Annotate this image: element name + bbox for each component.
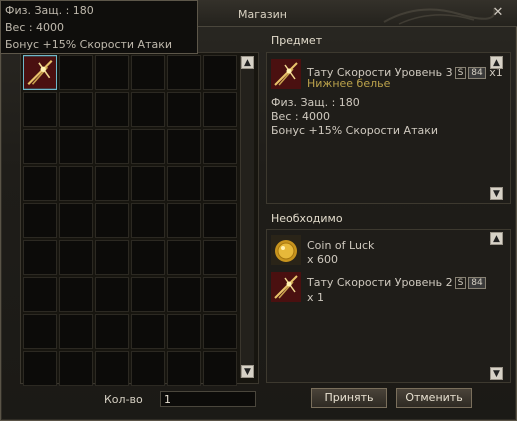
grid-cell[interactable] [203,203,237,238]
window-title: Магазин [238,8,287,21]
close-icon[interactable]: ✕ [491,6,505,20]
grid-cell[interactable] [203,166,237,201]
item-stat-weight: Вес : 4000 [271,110,331,123]
grid-cell[interactable] [203,277,237,312]
required-scrollbar[interactable]: ▲ ▼ [490,232,503,380]
coin-icon[interactable] [271,235,301,265]
grid-cell[interactable] [203,92,237,127]
grid-cell[interactable] [95,203,129,238]
product-grid-panel [20,52,259,386]
tooltip-pdef: Физ. Защ. : 180 [5,4,94,17]
grid-cell[interactable] [167,240,201,275]
grid-cell[interactable] [95,129,129,164]
grid-cell[interactable] [203,129,237,164]
item-scroll-down-icon[interactable]: ▼ [490,187,503,200]
grid-cell[interactable] [131,166,165,201]
required-scroll-down-icon[interactable]: ▼ [490,367,503,380]
item-type: Нижнее белье [307,77,391,90]
grid-cell[interactable] [23,166,57,201]
accept-button[interactable]: Принять [311,388,387,408]
grid-cell[interactable] [167,129,201,164]
grid-cell[interactable] [167,314,201,349]
req-item-2-name: Тату Скорости Уровень 2 [307,276,453,289]
grid-cell[interactable] [23,351,57,386]
grid-cell[interactable] [23,129,57,164]
grid-cell[interactable] [167,55,201,90]
grid-cell[interactable] [167,92,201,127]
grid-cell[interactable] [59,129,93,164]
grid-cell[interactable] [23,240,57,275]
req-item-1-qty: x 600 [307,253,339,266]
grid-cell[interactable] [131,277,165,312]
item-panel: Тату Скорости Уровень 3 S 84 x1 Нижнее бел… [266,52,511,204]
grid-cell[interactable] [59,55,93,90]
grid-cell[interactable] [59,166,93,201]
grid-cell[interactable] [95,55,129,90]
grid-cell[interactable] [203,314,237,349]
item-stat-bonus: Бонус +15% Скорости Атаки [271,124,439,137]
grid-cell[interactable] [95,351,129,386]
item-scrollbar[interactable]: ▲ ▼ [490,56,503,200]
grid-cell[interactable] [23,277,57,312]
cancel-button[interactable]: Отменить [396,388,472,408]
level-badge: 84 [468,277,486,289]
tattoo-icon[interactable] [24,56,56,89]
grid-cell[interactable] [59,277,93,312]
grid-cell[interactable] [203,351,237,386]
title-ornament-icon [383,7,496,25]
grid-cell[interactable] [131,129,165,164]
item-scroll-up-icon[interactable]: ▲ [490,56,503,69]
grid-cell[interactable] [59,240,93,275]
tooltip-weight: Вес : 4000 [5,21,65,34]
grid-cell[interactable] [59,92,93,127]
grid-cell[interactable] [95,92,129,127]
grid-scroll-up-icon[interactable]: ▲ [241,56,254,69]
grid-cell[interactable] [131,314,165,349]
grid-cell[interactable] [131,203,165,238]
quantity-input[interactable] [160,391,256,407]
grid-cell-selected[interactable] [23,55,57,90]
tattoo-icon[interactable] [271,272,301,302]
grid-cell[interactable] [167,166,201,201]
grid-cell[interactable] [131,92,165,127]
grid-cell[interactable] [23,314,57,349]
grid-cell[interactable] [167,277,201,312]
grid-cell[interactable] [59,314,93,349]
item-stat-pdef: Физ. Защ. : 180 [271,96,360,109]
grid-cell[interactable] [95,240,129,275]
grid-cell[interactable] [203,240,237,275]
grid-cell[interactable] [131,351,165,386]
grid-cell[interactable] [95,166,129,201]
req-item-1-name: Coin of Luck [307,239,375,252]
grid-cell[interactable] [23,92,57,127]
quantity-label: Кол-во [104,393,143,406]
grid-cell[interactable] [131,240,165,275]
item-tooltip: Физ. Защ. : 180 Вес : 4000 Бонус +15% Ск… [0,0,198,54]
grid-cell[interactable] [59,203,93,238]
grid-scroll-down-icon[interactable]: ▼ [241,365,254,378]
item-header: Предмет [271,34,323,47]
grid-cell[interactable] [167,203,201,238]
grid-cell[interactable] [131,55,165,90]
tooltip-bonus: Бонус +15% Скорости Атаки [5,38,173,51]
grade-badge: S [454,277,467,289]
required-panel: Coin of Luck x 600 Тату Скорости Уровень… [266,229,511,383]
req-item-2-qty: x 1 [307,291,325,304]
grade-badge: S [454,67,467,79]
required-scroll-up-icon[interactable]: ▲ [490,232,503,245]
grid-scrollbar[interactable]: ▲ ▼ [240,56,254,378]
tattoo-icon[interactable] [271,59,301,89]
grid-cell[interactable] [95,314,129,349]
grid-cell[interactable] [203,55,237,90]
grid-cell[interactable] [23,203,57,238]
product-grid [23,55,237,386]
level-badge: 84 [468,67,486,79]
grid-cell[interactable] [95,277,129,312]
required-header: Необходимо [271,212,343,225]
grid-cell[interactable] [167,351,201,386]
grid-cell[interactable] [59,351,93,386]
